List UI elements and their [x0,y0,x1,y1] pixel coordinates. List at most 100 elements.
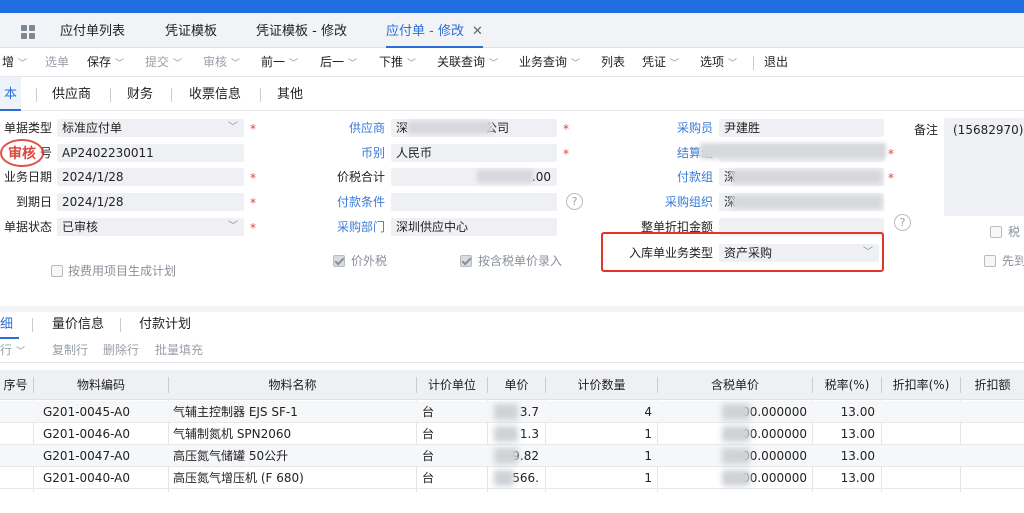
business-query-button[interactable]: 业务查询 ﹀ [519,48,580,77]
exit-button[interactable]: 退出 [764,48,788,77]
col-material-code[interactable]: 物料编码 [34,370,168,400]
tab-pay-plan[interactable]: 付款计划 [139,312,191,339]
batch-fill-button[interactable]: 批量填充 [155,339,203,363]
col-seq[interactable]: 序号 [0,370,31,400]
currency-field[interactable]: 人民币 [391,144,557,162]
chevron-down-icon[interactable]: ﹀ [231,59,240,69]
help-icon[interactable]: ? [566,193,583,210]
tab-supplier[interactable]: 供应商 [52,77,91,111]
tab-payable-list[interactable]: 应付单列表 [60,13,125,48]
cell-material-code: G201-0047-A0 [43,449,130,463]
chevron-down-icon[interactable]: ﹀ [571,59,580,69]
related-query-button[interactable]: 关联查询 ﹀ [437,48,498,77]
supplier-value-head: 深 [396,121,409,135]
chevron-down-icon[interactable]: ﹀ [289,59,298,69]
submit-button[interactable]: 提交 ﹀ [145,48,182,77]
chevron-down-icon[interactable]: ﹀ [407,59,416,69]
grid-icon[interactable] [21,25,35,39]
tab-separator [260,88,261,102]
currency-label[interactable]: 币别 [320,144,385,162]
tab-basic[interactable]: 本 [0,77,22,111]
table-row[interactable]: G201-0046-A0 气辅制氮机 SPN2060 台 1.3 1 00.00… [0,423,1024,445]
biz-date-field[interactable]: 2024/1/28 [57,168,244,186]
audit-stamp-text: 审核 [8,145,36,162]
col-price[interactable]: 单价 [488,370,545,400]
redacted-text [732,170,882,184]
col-tax-rate[interactable]: 税率(%) [813,370,881,400]
next-button[interactable]: 后一 ﹀ [320,48,357,77]
copy-row-button[interactable]: 复制行 [52,339,88,363]
remark-textarea[interactable]: (15682970) [944,118,1024,216]
tax-checkbox[interactable] [990,226,1002,238]
push-down-button[interactable]: 下推 ﹀ [379,48,416,77]
chevron-down-icon[interactable]: ﹀ [228,218,238,236]
chevron-down-icon[interactable]: ﹀ [16,347,25,357]
redacted-text [477,170,533,183]
table-row[interactable]: G201-0040-A0 高压氮气增压机 (F 680) 台 566. 1 00… [0,467,1024,489]
tab-detail[interactable]: 细 [0,312,20,339]
arrive-first-checkbox[interactable] [984,255,996,267]
due-date-field[interactable]: 2024/1/28 [57,193,244,211]
chevron-down-icon[interactable]: ﹀ [228,119,238,137]
pay-cond-label[interactable]: 付款条件 [320,193,385,211]
options-button-label: 选项 [700,55,725,69]
ex-tax-checkbox[interactable] [333,255,345,267]
chevron-down-icon[interactable]: ﹀ [728,59,737,69]
table-row[interactable]: G201-0047-A0 高压氮气储罐 50公升 台 9.82 1 00.000… [0,445,1024,467]
chevron-down-icon[interactable]: ﹀ [489,59,498,69]
cell-material-code: G201-0045-A0 [43,405,130,419]
help-icon[interactable]: ? [894,214,911,231]
col-material-name[interactable]: 物料名称 [169,370,416,400]
tab-other[interactable]: 其他 [277,77,303,111]
chevron-down-icon[interactable]: ﹀ [348,59,357,69]
col-discount-rate[interactable]: 折扣率(%) [882,370,960,400]
tab-payable-edit[interactable]: 应付单 - 修改 ✕ [386,13,483,48]
required-mark: * [250,221,256,235]
tab-finance[interactable]: 财务 [127,77,153,111]
due-date-label: 到期日 [15,195,52,209]
delete-row-button[interactable]: 删除行 [103,339,139,363]
chevron-down-icon[interactable]: ﹀ [18,59,27,69]
col-qty[interactable]: 计价数量 [546,370,657,400]
purchase-dept-field[interactable]: 深圳供应中心 [391,218,557,236]
purchase-org-label[interactable]: 采购组织 [620,193,713,211]
cell-unit: 台 [422,427,435,441]
previous-button[interactable]: 前一 ﹀ [261,48,298,77]
status-select[interactable]: 已审核 ﹀ [57,218,244,236]
doc-no-field[interactable]: AP2402230011 [57,144,244,162]
pay-org-label[interactable]: 付款组 [620,168,713,186]
list-button[interactable]: 列表 [601,48,625,77]
gen-plan-label: 按费用项目生成计划 [68,264,177,278]
save-button[interactable]: 保存 ﹀ [87,48,124,77]
status-label: 单据状态 [3,220,52,234]
chevron-down-icon[interactable]: ﹀ [670,59,679,69]
audit-button[interactable]: 审核 ﹀ [203,48,240,77]
gen-plan-checkbox[interactable] [51,265,63,277]
close-icon[interactable]: ✕ [472,24,483,39]
add-row-button[interactable]: 行 ﹀ [0,339,25,363]
doc-type-select[interactable]: 标准应付单 ﹀ [57,119,244,137]
purchase-dept-label[interactable]: 采购部门 [320,218,385,236]
chevron-down-icon[interactable]: ﹀ [115,59,124,69]
chevron-down-icon[interactable]: ﹀ [173,59,182,69]
tab-voucher-template-edit[interactable]: 凭证模板 - 修改 [256,13,347,48]
add-row-label: 行 [0,343,13,357]
table-row[interactable]: G201-0045-A0 气辅主控制器 EJS SF-1 台 3.7 4 00.… [0,401,1024,423]
tab-voucher-template[interactable]: 凭证模板 [165,13,217,48]
tab-invoice-info[interactable]: 收票信息 [189,77,241,111]
col-unit[interactable]: 计价单位 [417,370,487,400]
voucher-button[interactable]: 凭证 ﹀ [642,48,679,77]
options-button[interactable]: 选项 ﹀ [700,48,737,77]
cell-tax-rate: 13.00 [840,427,875,441]
select-bill-button[interactable]: 选单 [45,48,69,77]
col-tax-price[interactable]: 含税单价 [658,370,812,400]
tab-qty-price[interactable]: 量价信息 [52,312,104,339]
pay-cond-field[interactable] [391,193,557,211]
tax-price-entry-checkbox[interactable] [460,255,472,267]
buyer-label[interactable]: 采购员 [620,119,713,137]
add-button[interactable]: 增 ﹀ [2,48,27,77]
buyer-field[interactable]: 尹建胜 [719,119,884,137]
col-discount-amount[interactable]: 折扣额 [961,370,1024,400]
supplier-label[interactable]: 供应商 [320,119,385,137]
audit-stamp-icon: 审核 [0,139,44,167]
